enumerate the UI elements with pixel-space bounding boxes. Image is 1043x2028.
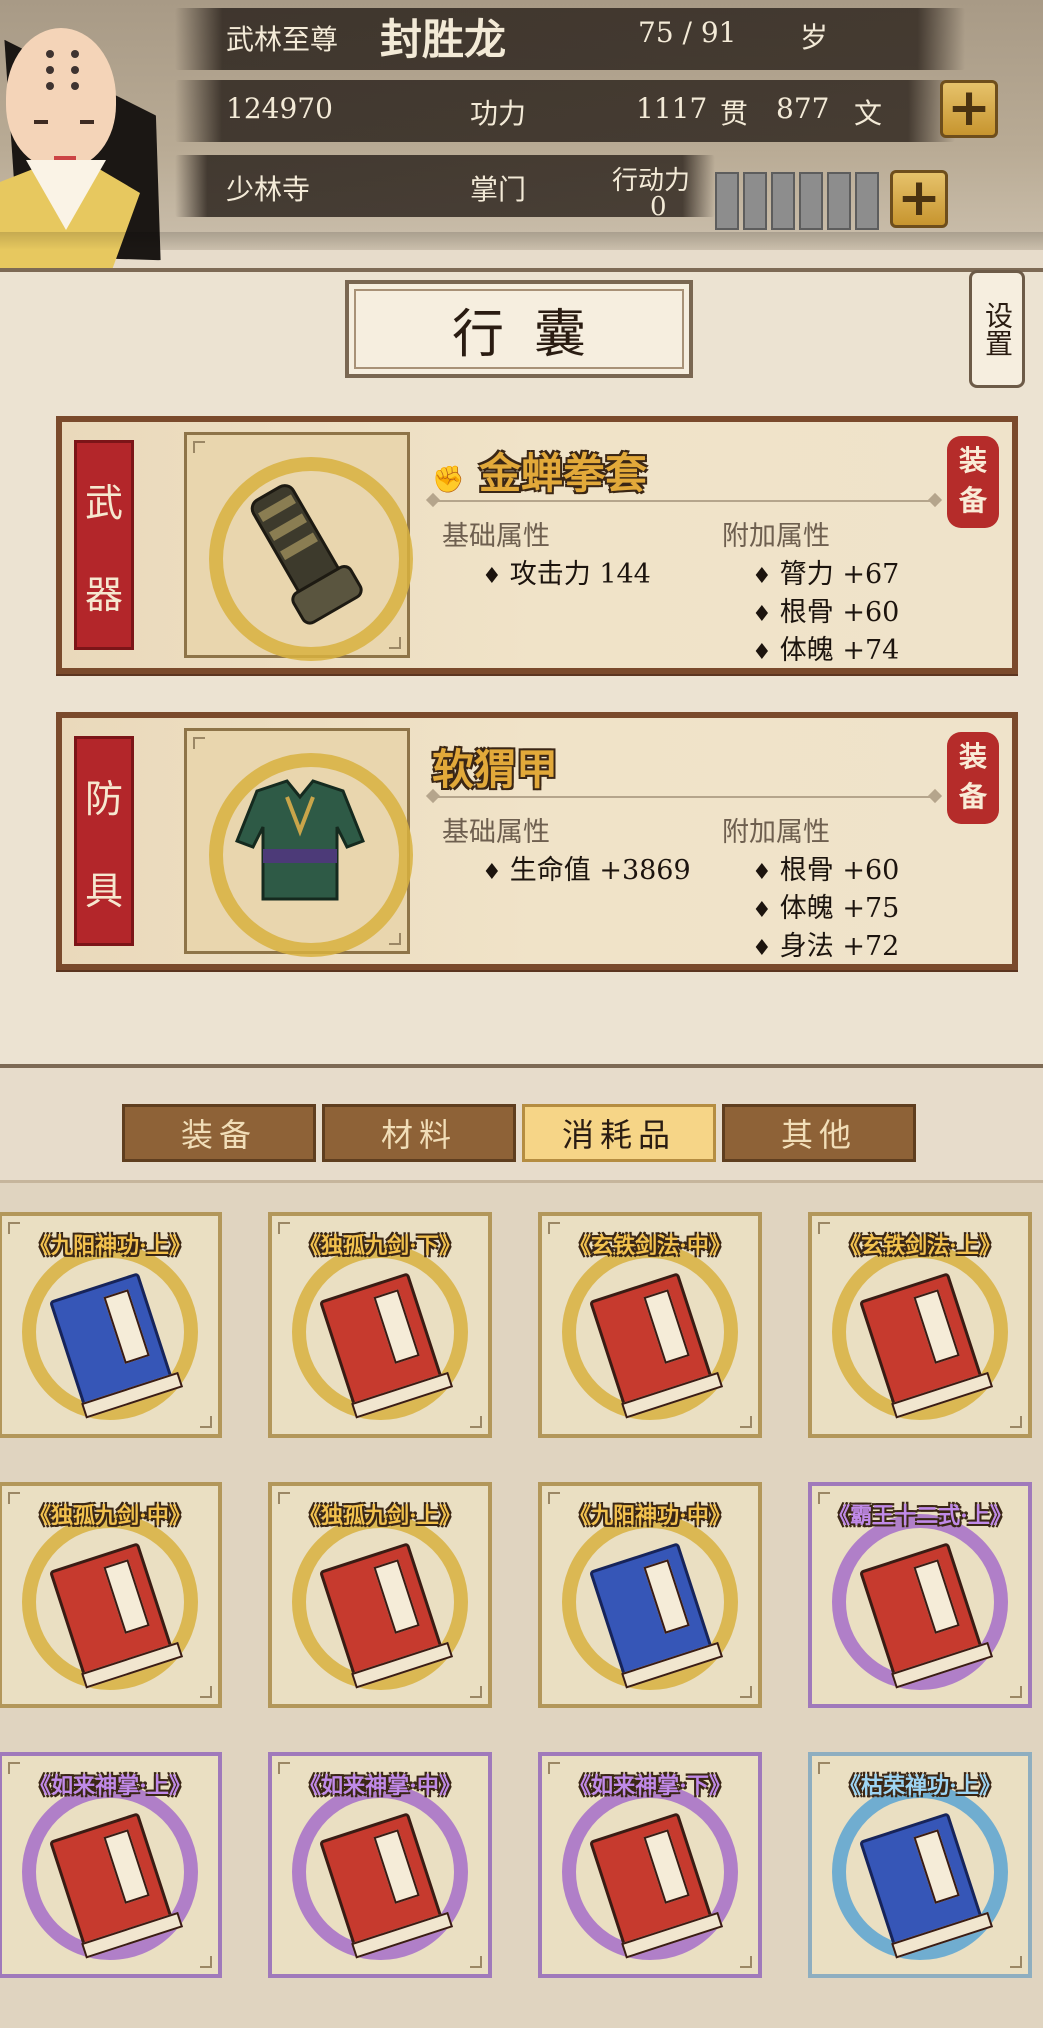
inventory-item[interactable]: 《霸王十二式·上》 (808, 1482, 1032, 1708)
armor-name: 软猬甲 (432, 745, 559, 794)
diamond-icon: ♦ (752, 936, 772, 961)
inventory-item[interactable]: 《九阳神功·上》 (0, 1212, 222, 1438)
divider (434, 500, 934, 502)
inventory-item[interactable]: 《独孤九剑·上》 (268, 1482, 492, 1708)
inventory-item[interactable]: 《如来神掌·上》 (0, 1752, 222, 1978)
base-stats-header: 基础属性 (442, 521, 550, 552)
add-money-button[interactable]: + (940, 80, 998, 138)
settings-button[interactable]: 设置 (969, 270, 1025, 388)
player-name: 封胜龙 (380, 15, 507, 64)
add-stamina-button[interactable]: + (890, 170, 948, 228)
power-value: 124970 (226, 92, 333, 125)
diamond-icon: ♦ (482, 860, 502, 885)
diamond-icon: ♦ (752, 898, 772, 923)
extra-stat: ♦ 根骨 +60 (752, 597, 900, 628)
monk-dots-icon (46, 50, 82, 90)
extra-stats-header: 附加属性 (722, 817, 830, 848)
inventory-item[interactable]: 《玄铁剑法·中》 (538, 1212, 762, 1438)
page-title: 行囊 (345, 280, 693, 378)
inventory-item[interactable]: 《九阳神功·中》 (538, 1482, 762, 1708)
inventory-item[interactable]: 《玄铁剑法·上》 (808, 1212, 1032, 1438)
extra-stat: ♦ 身法 +72 (752, 931, 900, 962)
category-tabs: 装备 材料 消耗品 其他 (122, 1104, 916, 1162)
stamina-segment (715, 172, 739, 230)
extra-stat: ♦ 根骨 +60 (752, 855, 900, 886)
armor-item-frame[interactable] (184, 728, 413, 957)
sect-role: 掌门 (470, 173, 527, 206)
armor-slot-banner: 防 具 (74, 736, 134, 946)
inventory-item[interactable]: 《独孤九剑·下》 (268, 1212, 492, 1438)
extra-stat: ♦ 体魄 +75 (752, 893, 900, 924)
armor-vest-icon (235, 779, 365, 901)
extra-stat: ♦ 膂力 +67 (752, 559, 900, 590)
extra-stat: ♦ 体魄 +74 (752, 635, 900, 666)
armor-equip-button[interactable]: 装备 (947, 732, 999, 824)
inventory-item[interactable]: 《枯荣禅功·上》 (808, 1752, 1032, 1978)
money-wen: 877 (776, 92, 830, 125)
diamond-icon: ♦ (752, 564, 772, 589)
weapon-card[interactable]: 武 器 ✊ 金蝉拳套 装备 基础属性 附加属性 ♦ 攻击力 144 ♦ 膂力 +67… (56, 416, 1018, 674)
fist-icon: ✊ (432, 465, 465, 495)
tab-materials[interactable]: 材料 (322, 1104, 516, 1162)
player-header: 武林至尊 封胜龙 75 / 91 岁 124970 功力 1117 贯 877 … (0, 0, 1043, 250)
weapon-item-frame[interactable] (184, 432, 413, 661)
stamina-segment (771, 172, 795, 230)
stamina-segment (799, 172, 823, 230)
diamond-icon: ♦ (752, 602, 772, 627)
money-wen-unit: 文 (854, 97, 883, 130)
armor-card[interactable]: 防 具 软猬甲 装备 基础属性 附加属性 ♦ 生命值 +3869 ♦ 根骨 +60 … (56, 712, 1018, 970)
diamond-icon: ♦ (752, 860, 772, 885)
extra-stats-header: 附加属性 (722, 521, 830, 552)
gauntlet-icon (250, 484, 363, 625)
tab-equipment[interactable]: 装备 (122, 1104, 316, 1162)
diamond-icon: ♦ (752, 640, 772, 665)
divider (434, 796, 934, 798)
money-guan-unit: 贯 (720, 97, 749, 130)
age-value: 75 / 91 (638, 16, 737, 49)
stamina-value: 0 (650, 192, 667, 222)
weapon-equip-button[interactable]: 装备 (947, 436, 999, 528)
diamond-icon: ♦ (482, 564, 502, 589)
avatar[interactable] (0, 10, 175, 280)
inventory-item[interactable]: 《如来神掌·中》 (268, 1752, 492, 1978)
stamina-segment (855, 172, 879, 230)
base-stats-header: 基础属性 (442, 817, 550, 848)
tab-consumables[interactable]: 消耗品 (522, 1104, 716, 1162)
rank-title: 武林至尊 (226, 23, 339, 56)
stamina-segment (743, 172, 767, 230)
weapon-slot-banner: 武 器 (74, 440, 134, 650)
sect-name: 少林寺 (226, 173, 311, 206)
tab-other[interactable]: 其他 (722, 1104, 916, 1162)
stamina-segment (827, 172, 851, 230)
inventory-item[interactable]: 《独孤九剑·中》 (0, 1482, 222, 1708)
plus-icon: + (897, 168, 941, 228)
power-label: 功力 (470, 97, 527, 130)
age-unit: 岁 (800, 21, 829, 54)
inventory-item[interactable]: 《如来神掌·下》 (538, 1752, 762, 1978)
stamina-bar (715, 172, 879, 230)
base-stat: ♦ 攻击力 144 (482, 559, 651, 590)
base-stat: ♦ 生命值 +3869 (482, 855, 691, 886)
money-guan: 1117 (636, 92, 708, 125)
weapon-name: ✊ 金蝉拳套 (432, 449, 648, 498)
plus-icon: + (947, 78, 991, 138)
